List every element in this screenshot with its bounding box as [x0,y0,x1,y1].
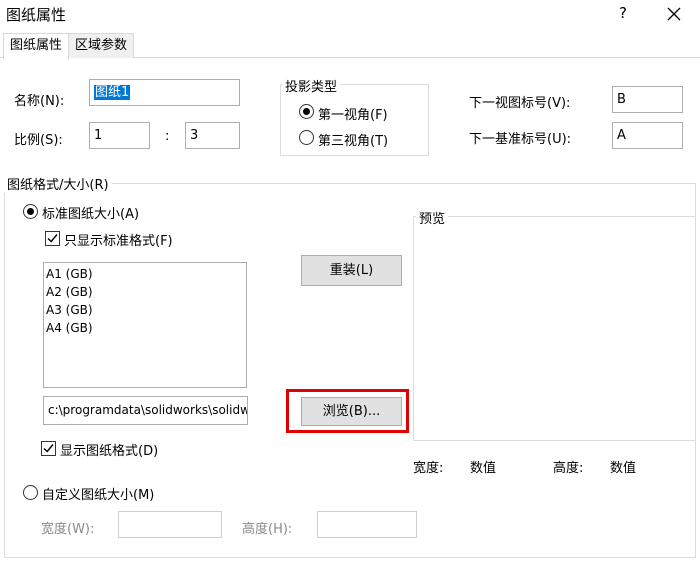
reload-button[interactable]: 重装(L) [301,255,402,286]
preview-height-value: 数值 [610,461,637,476]
paper-size-list[interactable]: A1 (GB) A2 (GB) A3 (GB) A4 (GB) [43,262,247,388]
dialog-title: 图纸属性 [6,6,67,24]
only-standard-checkbox[interactable] [45,231,60,246]
list-item[interactable]: A4 (GB) [46,319,244,337]
list-item[interactable]: A3 (GB) [46,301,244,319]
custom-height-label: 高度(H): [242,522,293,537]
third-angle-radio[interactable] [299,130,314,145]
custom-size-radio[interactable] [23,485,38,500]
list-item[interactable]: A2 (GB) [46,283,244,301]
name-value: 图纸1 [94,85,131,100]
custom-height-field[interactable] [317,511,417,538]
name-label: 名称(N): [14,94,65,109]
checkmark-icon [43,444,54,453]
preview-area [413,216,696,441]
tab-sheet-properties[interactable]: 图纸属性 [3,33,70,59]
preview-height-label: 高度: [553,461,584,476]
next-datum-label: 下一基准标号(U): [469,132,572,147]
next-datum-field[interactable]: A [612,122,683,149]
preview-width-value: 数值 [470,461,497,476]
projection-label: 投影类型 [282,76,341,95]
custom-width-field[interactable] [118,511,222,538]
scale-label: 比例(S): [14,133,63,148]
custom-width-label: 宽度(W): [41,522,95,537]
show-format-checkbox[interactable] [41,441,56,456]
only-standard-label[interactable]: 只显示标准格式(F) [64,230,173,249]
next-view-label: 下一视图标号(V): [469,96,571,111]
scale-denominator-field[interactable]: 3 [185,122,240,149]
scale-numerator-field[interactable]: 1 [89,122,150,149]
list-item[interactable]: A1 (GB) [46,265,244,283]
custom-size-label[interactable]: 自定义图纸大小(M) [42,484,154,503]
scale-separator: : [165,129,170,144]
sheet-format-label: 图纸格式/大小(R) [4,174,112,193]
first-angle-radio[interactable] [299,104,314,119]
close-icon [667,7,681,21]
next-view-field[interactable]: B [612,86,683,113]
preview-label: 预览 [416,208,449,227]
standard-size-label[interactable]: 标准图纸大小(A) [42,203,139,222]
name-field[interactable]: 图纸1 [89,79,240,106]
preview-width-label: 宽度: [413,461,444,476]
third-angle-label[interactable]: 第三视角(T) [318,130,388,149]
show-format-label[interactable]: 显示图纸格式(D) [60,440,158,459]
browse-button[interactable]: 浏览(B)... [301,397,402,426]
help-button[interactable]: ? [612,2,634,24]
standard-size-radio[interactable] [23,204,38,219]
checkmark-icon [47,234,58,243]
tab-zone-parameters[interactable]: 区域参数 [68,33,135,58]
format-path-field[interactable]: c:\programdata\solidworks\solidwork [43,396,248,425]
close-button[interactable] [662,2,686,26]
first-angle-label[interactable]: 第一视角(F) [318,104,388,123]
